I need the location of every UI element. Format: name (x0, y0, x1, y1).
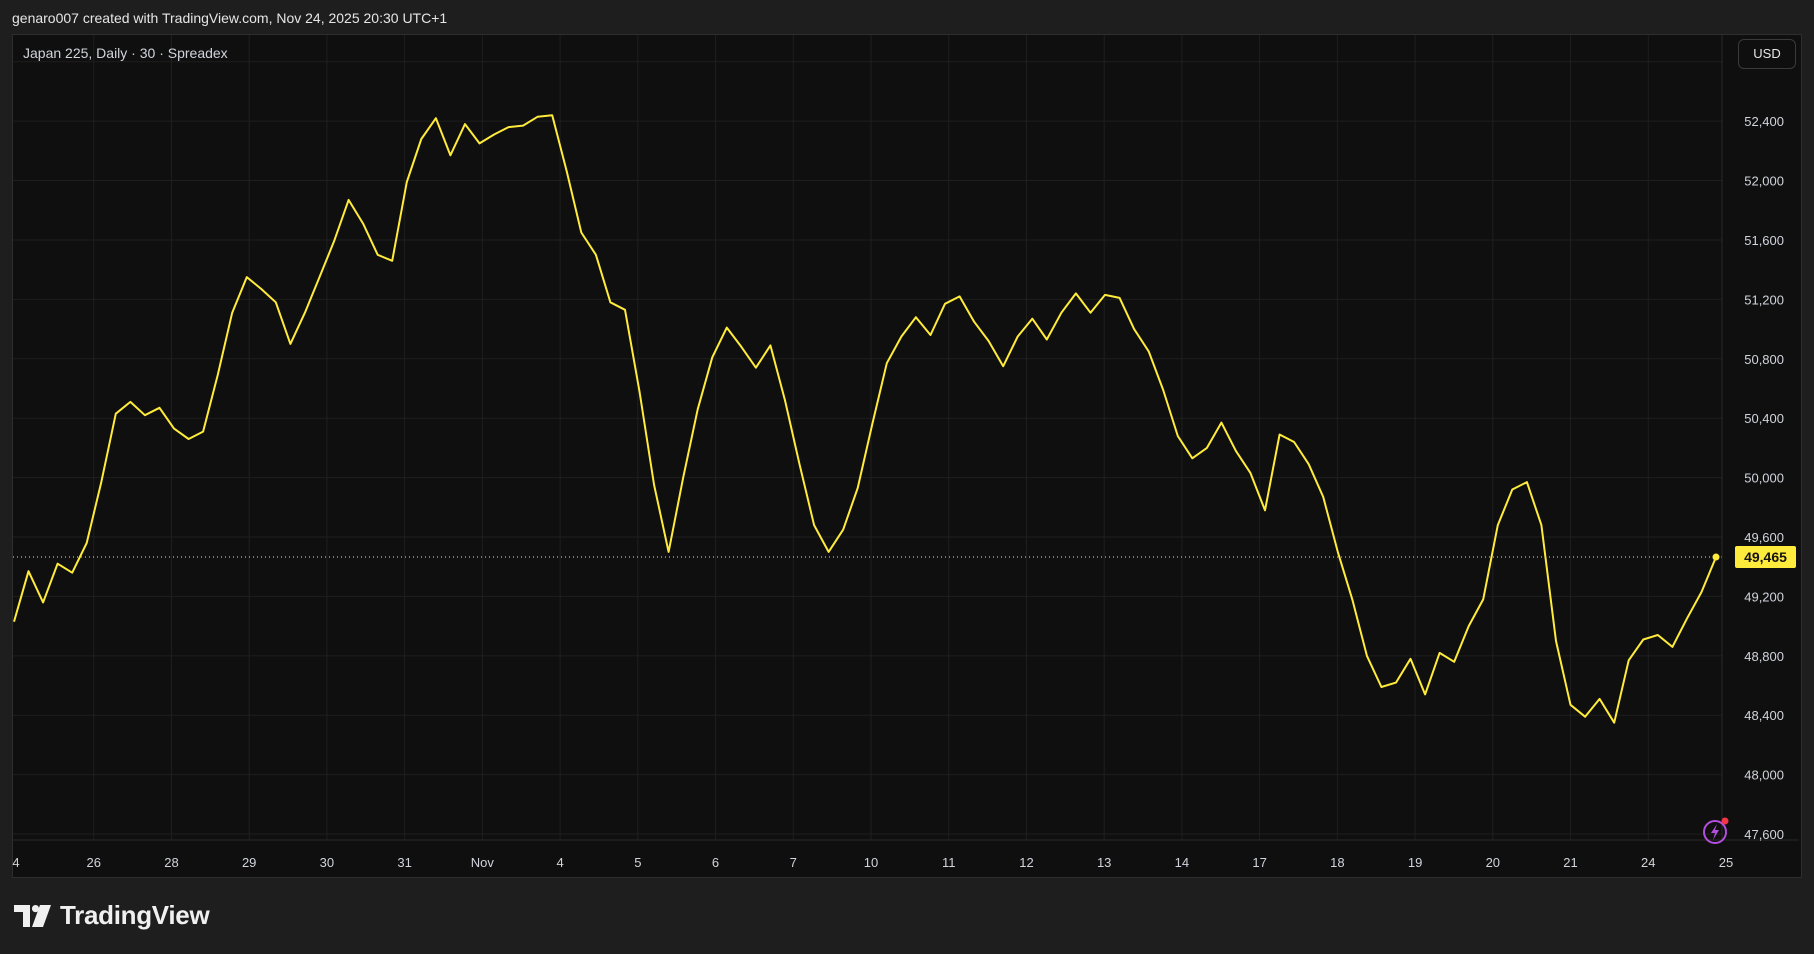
y-tick-label: 47,600 (1744, 827, 1784, 842)
x-tick-label: 26 (86, 855, 100, 870)
y-tick-label: 50,400 (1744, 411, 1784, 426)
x-tick-label: 28 (164, 855, 178, 870)
y-tick-label: 52,400 (1744, 114, 1784, 129)
x-tick-label: Nov (471, 855, 495, 870)
x-tick-label: 6 (712, 855, 719, 870)
y-tick-label: 51,200 (1744, 292, 1784, 307)
last-price-marker (1712, 553, 1720, 561)
x-tick-label: 24 (1641, 855, 1655, 870)
x-tick-label: 20 (1486, 855, 1500, 870)
y-tick-label: 50,800 (1744, 352, 1784, 367)
x-tick-label: 12 (1019, 855, 1033, 870)
x-tick-label: 21 (1563, 855, 1577, 870)
y-tick-label: 48,000 (1744, 768, 1784, 783)
x-tick-label: 30 (320, 855, 334, 870)
notification-dot (1721, 817, 1729, 825)
x-tick-label: 4 (12, 855, 19, 870)
tradingview-logo-text: TradingView (60, 900, 210, 930)
x-tick-label: 14 (1175, 855, 1189, 870)
grid (13, 35, 1722, 840)
x-tick-label: 29 (242, 855, 256, 870)
tradingview-logo[interactable]: TradingView (14, 900, 210, 931)
x-tick-label: 13 (1097, 855, 1111, 870)
tradingview-logo-icon (14, 904, 51, 927)
x-tick-label: 7 (790, 855, 797, 870)
x-tick-label: 18 (1330, 855, 1344, 870)
x-tick-label: 17 (1252, 855, 1266, 870)
y-tick-label: 50,000 (1744, 471, 1784, 486)
price-series-line[interactable] (13, 114, 1717, 724)
price-line-layer (13, 114, 1722, 724)
y-tick-label: 52,000 (1744, 174, 1784, 189)
lightning-bolt-icon[interactable] (1701, 814, 1733, 846)
price-chart[interactable]: 47,600 48,000 48,400 48,800 49,200 49,600 50,0… (0, 0, 1814, 954)
y-tick-label: 49,200 (1744, 589, 1784, 604)
y-tick-label: 49,600 (1744, 530, 1784, 545)
y-tick-label: 48,800 (1744, 649, 1784, 664)
x-tick-label: 5 (634, 855, 641, 870)
y-tick-label: 48,400 (1744, 708, 1784, 723)
x-tick-label: 10 (864, 855, 878, 870)
time-axis[interactable]: 4 26 28 29 30 31 Nov 4 5 6 7 10 11 12 13 14 17 18 19 20 21 24… (12, 855, 1733, 870)
last-price-badge: 49,465 (1735, 546, 1796, 569)
currency-button[interactable]: USD (1738, 39, 1796, 69)
x-tick-label: 11 (942, 855, 956, 870)
symbol-title[interactable]: Japan 225, Daily · 30 · Spreadex (23, 45, 228, 61)
y-tick-label: 51,600 (1744, 233, 1784, 248)
x-tick-label: 4 (556, 855, 563, 870)
x-tick-label: 25 (1719, 855, 1733, 870)
x-tick-label: 31 (397, 855, 411, 870)
x-tick-label: 19 (1408, 855, 1422, 870)
price-axis[interactable]: 47,600 48,000 48,400 48,800 49,200 49,600 50,0… (1744, 55, 1784, 842)
